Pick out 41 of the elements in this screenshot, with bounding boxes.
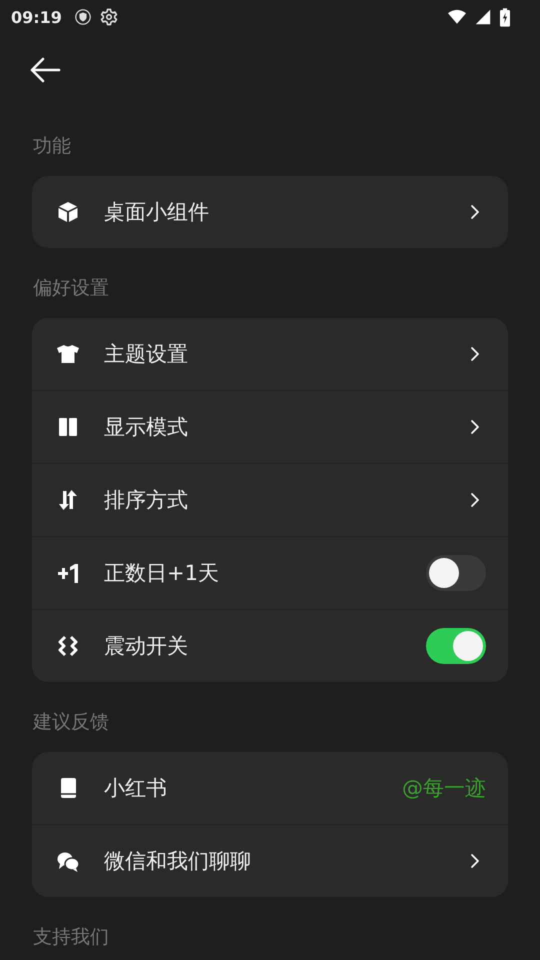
settings-row[interactable]: 小红书 @每一迹 — [32, 752, 508, 824]
settings-row[interactable]: 微信和我们聊聊 — [32, 824, 508, 897]
plusone-icon — [56, 561, 80, 585]
settings-row[interactable]: 显示模式 — [32, 390, 508, 463]
sort-icon — [56, 488, 80, 512]
row-label: 显示模式 — [104, 414, 189, 441]
shield-icon — [74, 8, 92, 26]
settings-row[interactable]: 主题设置 — [32, 318, 508, 390]
toggle-switch[interactable] — [426, 555, 486, 591]
chevron-icon — [470, 492, 480, 508]
toggle-switch[interactable] — [426, 628, 486, 664]
row-label: 正数日+1天 — [104, 560, 220, 587]
wifi-icon — [448, 9, 466, 25]
row-label: 主题设置 — [104, 341, 189, 368]
section-title: 支持我们 — [32, 925, 110, 950]
settings-row[interactable]: 排序方式 — [32, 463, 508, 536]
cube-icon — [56, 200, 80, 224]
settings-row[interactable]: 震动开关 — [32, 609, 508, 682]
chevron-icon — [470, 853, 480, 869]
status-time: 09:19 — [11, 8, 62, 26]
row-label: 微信和我们聊聊 — [104, 848, 252, 875]
columns-icon — [56, 415, 80, 439]
row-label: 小红书 — [104, 775, 168, 802]
settings-icon — [100, 8, 118, 26]
settings-row[interactable]: 桌面小组件 — [32, 176, 508, 248]
row-label: 排序方式 — [104, 487, 189, 514]
signal-icon — [474, 9, 492, 25]
section-title: 功能 — [32, 134, 72, 159]
row-label: 桌面小组件 — [104, 199, 210, 226]
chevron-icon — [470, 346, 480, 362]
chevron-icon — [470, 204, 480, 220]
section-title: 建议反馈 — [32, 710, 110, 735]
vibrate-icon — [56, 634, 80, 658]
row-value: @每一迹 — [402, 775, 486, 802]
battery-icon — [500, 8, 510, 26]
shirt-icon — [56, 342, 80, 366]
settings-row[interactable]: 正数日+1天 — [32, 536, 508, 609]
chevron-icon — [470, 419, 480, 435]
back-icon[interactable] — [29, 57, 61, 83]
section-title: 偏好设置 — [32, 276, 110, 301]
row-label: 震动开关 — [104, 633, 189, 660]
